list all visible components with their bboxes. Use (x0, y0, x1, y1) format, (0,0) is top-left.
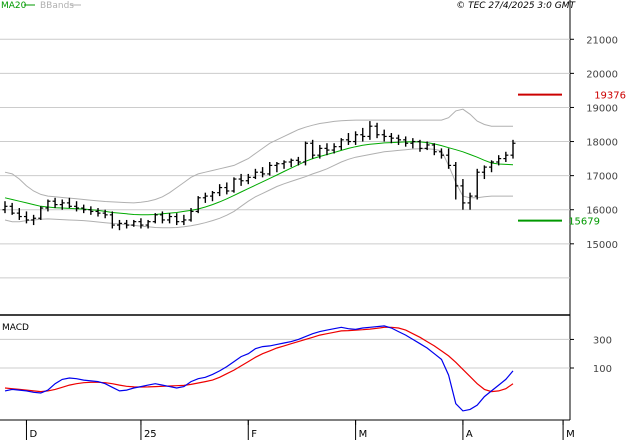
x-tick-label: 25 (144, 429, 157, 440)
macd-tick-label: 100 (593, 364, 612, 375)
price-tick-label: 18000 (586, 138, 618, 149)
x-tick-label: A (466, 429, 473, 440)
price-tick-label: 16000 (586, 206, 618, 217)
x-tick-label: M (359, 429, 368, 440)
x-tick-label: D (29, 429, 37, 440)
stock-chart: 21000 20000 19000 18000 17000 16000 15000 300 1… (0, 0, 627, 440)
price-tick-label: 17000 (586, 172, 618, 183)
price-tick-label: 15000 (586, 240, 618, 251)
x-tick-label: F (251, 429, 257, 440)
support-level-label: 15679 (568, 217, 600, 228)
resistance-level-label: 19376 (594, 91, 626, 102)
chart-canvas: 21000 20000 19000 18000 17000 16000 15000 300 1… (0, 0, 627, 440)
price-tick-label: 20000 (586, 69, 618, 80)
macd-panel-title: MACD (2, 323, 29, 333)
price-tick-label: 21000 (586, 35, 618, 46)
price-tick-label: 19000 (586, 103, 618, 114)
macd-tick-label: 300 (593, 335, 612, 346)
bbands-legend-label: BBands (40, 1, 74, 11)
source-timestamp: © TEC 27/4/2025 3:0 GMT (456, 1, 576, 11)
x-tick-label: M (566, 429, 575, 440)
ma20-legend-label: MA20 (1, 1, 27, 11)
